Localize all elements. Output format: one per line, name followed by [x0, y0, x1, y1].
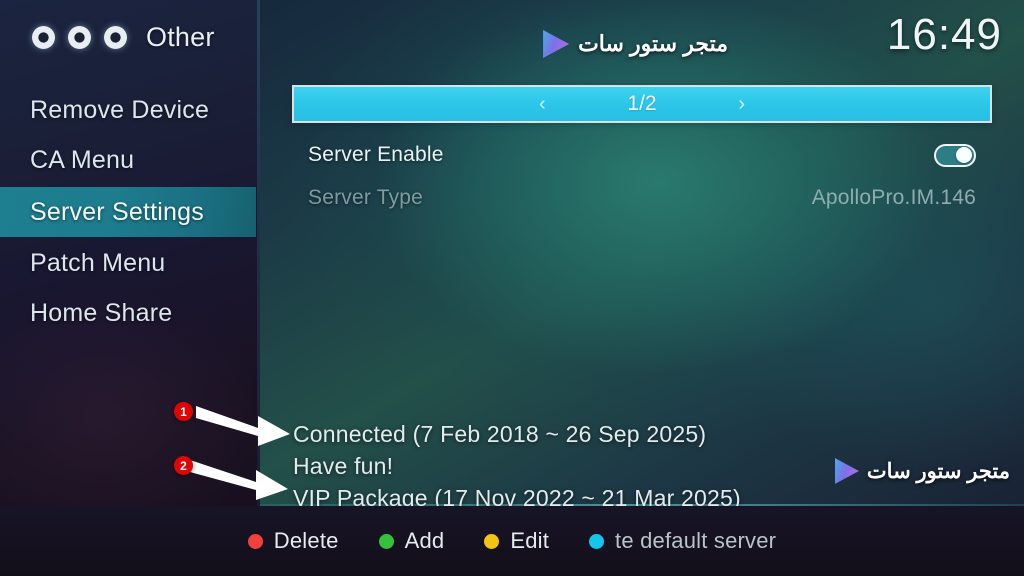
sidebar-brand: Other [32, 22, 215, 53]
status-line-connected: Connected (7 Feb 2018 ~ 26 Sep 2025) [293, 421, 707, 447]
watermark-label: متجر ستور سات [866, 459, 1010, 483]
action-add[interactable]: Add [378, 528, 445, 554]
watermark-brand: متجر ستور سات [834, 458, 1010, 484]
sidebar-item-label: CA Menu [30, 145, 135, 174]
chevron-left-icon[interactable]: ‹ [539, 93, 546, 116]
sidebar-item-ca-menu[interactable]: CA Menu [0, 135, 256, 185]
status-line-have-fun: Have fun! [293, 453, 394, 479]
annotation-badge-2: 2 [174, 456, 193, 475]
action-set-default-server[interactable]: te default server [589, 528, 776, 554]
play-triangle-icon [834, 458, 859, 484]
clock: 16:49 [886, 10, 1002, 59]
toggle-knob [956, 147, 972, 163]
server-enable-label: Server Enable [308, 143, 444, 166]
sidebar-item-label: Server Settings [30, 197, 204, 226]
red-dot-icon [247, 533, 263, 549]
yellow-dot-icon [484, 533, 500, 549]
sidebar-item-patch-menu[interactable]: Patch Menu [0, 238, 256, 288]
server-type-value: ApolloPro.IM.146 [811, 186, 976, 209]
cyan-dot-icon [589, 533, 605, 549]
page-selector[interactable]: ‹ 1/2 › [292, 85, 992, 123]
play-triangle-icon [543, 30, 570, 58]
annotation-badge-1: 1 [174, 402, 193, 421]
annotation-arrow-1 [196, 406, 290, 446]
setting-row-server-enable[interactable]: Server Enable [308, 140, 976, 170]
sidebar-brand-label: Other [146, 22, 215, 52]
action-delete-label: Delete [273, 528, 339, 553]
bottom-action-bar: Delete Add Edit te default server [0, 506, 1024, 576]
three-dots-icon [68, 26, 91, 49]
sidebar-item-label: Patch Menu [30, 248, 166, 277]
sidebar-item-home-share[interactable]: Home Share [0, 288, 256, 338]
sidebar-item-server-settings[interactable]: Server Settings [0, 187, 256, 237]
chevron-right-icon[interactable]: › [738, 93, 745, 116]
annotation-arrow-2 [190, 460, 288, 500]
setting-row-server-type[interactable]: Server Type ApolloPro.IM.146 [308, 183, 976, 213]
sidebar-item-label: Remove Device [30, 95, 210, 124]
three-dots-icon [32, 26, 55, 49]
status-text-block: Connected (7 Feb 2018 ~ 26 Sep 2025) Hav… [293, 418, 741, 514]
server-enable-toggle[interactable] [934, 143, 976, 167]
action-edit[interactable]: Edit [484, 528, 549, 554]
sidebar-item-remove-device[interactable]: Remove Device [0, 85, 256, 135]
action-delete[interactable]: Delete [247, 528, 339, 554]
page-indicator-label: 1/2 [627, 92, 657, 115]
sidebar-item-label: Home Share [30, 298, 173, 327]
three-dots-icon [104, 26, 127, 49]
action-edit-label: Edit [510, 528, 550, 553]
header-brand-label: متجر ستور سات [578, 31, 728, 56]
header-brand: متجر ستور سات [543, 30, 728, 58]
tv-settings-screen: متجر ستور سات 16:49 ‹ 1/2 › Server Enabl… [0, 0, 1024, 576]
action-set-default-server-label: te default server [615, 528, 777, 553]
green-dot-icon [378, 533, 394, 549]
server-type-label: Server Type [308, 186, 424, 209]
action-add-label: Add [404, 528, 445, 553]
